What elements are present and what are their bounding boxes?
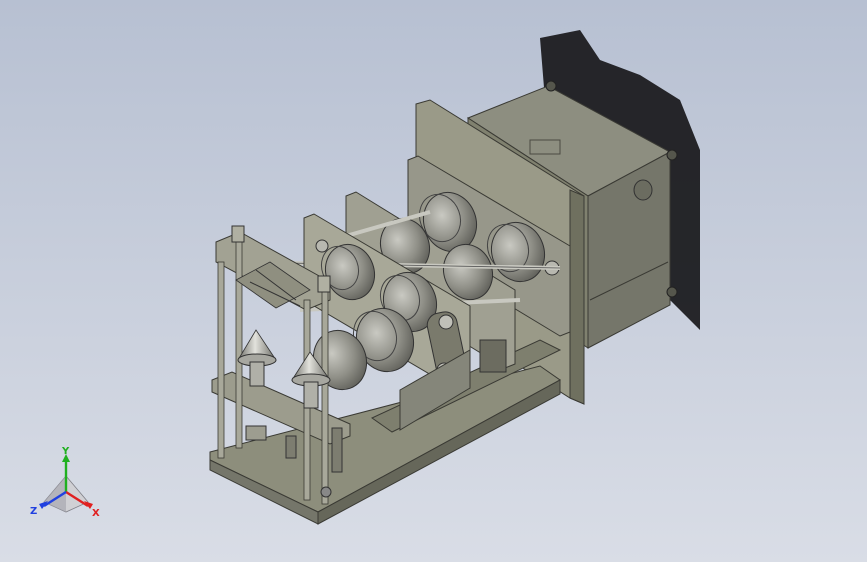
leveling-foot: [666, 286, 678, 298]
cad-viewport[interactable]: Y X Z: [0, 0, 867, 562]
view-orientation-triad[interactable]: Y X Z: [26, 446, 106, 526]
leveling-foot: [545, 80, 557, 92]
x-axis-label: X: [92, 508, 100, 519]
z-axis-label: Z: [30, 506, 37, 517]
leveling-foot: [666, 149, 678, 161]
assembly-model[interactable]: [0, 0, 867, 562]
y-axis-label: Y: [61, 446, 70, 457]
housing-port: [633, 179, 653, 201]
motor-block: [479, 339, 507, 373]
